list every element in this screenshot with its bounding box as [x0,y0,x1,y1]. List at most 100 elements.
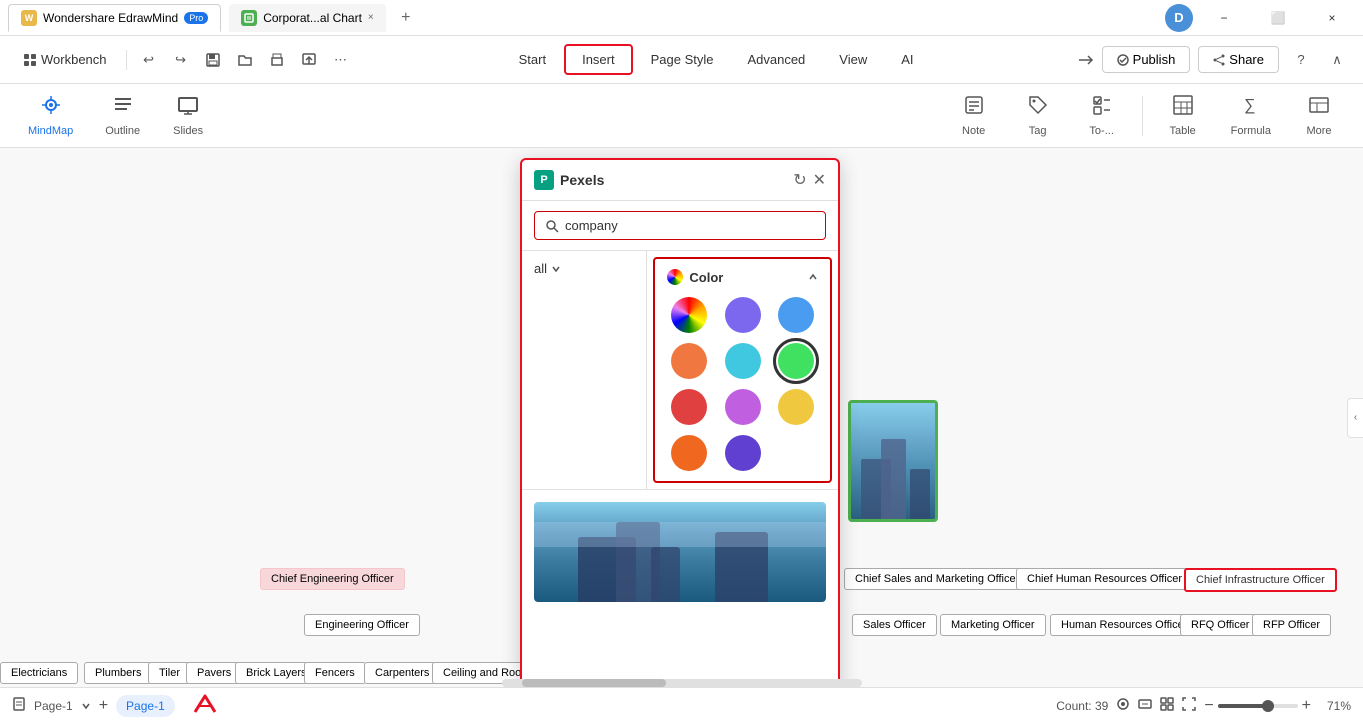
color-grid [667,297,818,471]
page-dropdown-icon[interactable] [81,701,91,711]
org-plumbers[interactable]: Plumbers [84,662,152,684]
org-sales-off[interactable]: Sales Officer [852,614,937,636]
org-tiler[interactable]: Tiler [148,662,191,684]
close-button[interactable]: × [1309,0,1355,36]
more-label: More [1306,125,1331,137]
org-marketing-off[interactable]: Marketing Officer [940,614,1046,636]
zoom-level: 71% [1319,699,1351,713]
more-options-button[interactable]: ⋯ [327,46,355,74]
view-mode-button[interactable] [1160,697,1174,714]
org-chief-hr[interactable]: Chief Human Resources Officer [1016,568,1193,590]
org-chief-inf[interactable]: Chief Infrastructure Officer [1184,568,1337,592]
horizontal-scrollbar[interactable] [502,679,862,687]
save-icon [206,53,220,67]
pexels-close-button[interactable]: ✕ [813,170,826,190]
tag-label: Tag [1029,125,1047,137]
add-page-button[interactable]: + [99,697,108,715]
minimize-button[interactable]: − [1201,0,1247,36]
tab-start[interactable]: Start [503,46,562,73]
scrollbar-thumb[interactable] [522,679,666,687]
tool-outline[interactable]: Outline [97,90,148,141]
fit-width-button[interactable] [1138,697,1152,714]
tool-slides[interactable]: Slides [164,90,212,141]
org-chief-eng[interactable]: Chief Engineering Officer [260,568,405,590]
redo-button[interactable]: ↪ [167,46,195,74]
color-yellow[interactable] [778,389,814,425]
org-fencers[interactable]: Fencers [304,662,366,684]
fit-page-button[interactable] [1116,697,1130,714]
search-input[interactable] [565,218,815,233]
mindmap-icon [40,94,62,122]
pexels-search-box[interactable] [534,211,826,240]
slides-icon [177,94,199,122]
file-tab-close[interactable]: × [368,12,374,23]
folder-icon [238,53,252,67]
pexels-refresh-button[interactable]: ↻ [793,170,806,190]
color-blue[interactable] [778,297,814,333]
color-green[interactable] [778,343,814,379]
org-eng-off[interactable]: Engineering Officer [304,614,420,636]
org-chief-sales[interactable]: Chief Sales and Marketing Officer [844,568,1030,590]
org-rfq-off[interactable]: RFQ Officer [1180,614,1260,636]
filter-all-label: all [534,261,547,276]
tool-table[interactable]: Table [1159,90,1207,141]
canvas[interactable]: Chief Engineering Officer Engineering Of… [0,148,1363,687]
tool-tag[interactable]: Tag [1014,90,1062,141]
tool-more[interactable]: More [1295,90,1343,141]
color-rainbow[interactable] [671,297,707,333]
pexels-images-area [522,490,838,614]
app-tab[interactable]: W Wondershare EdrawMind Pro [8,4,221,32]
titlebar: W Wondershare EdrawMind Pro Corporat...a… [0,0,1363,36]
workbench-button[interactable]: Workbench [12,47,118,72]
page-settings-button[interactable] [12,697,26,714]
export-button[interactable] [295,46,323,74]
tab-advanced[interactable]: Advanced [731,46,821,73]
color-panel-header[interactable]: Color [667,269,818,285]
tool-formula[interactable]: ∑ Formula [1223,90,1279,141]
color-orange[interactable] [671,343,707,379]
table-icon [1172,94,1194,122]
color-cyan[interactable] [725,343,761,379]
share-button[interactable]: Share [1198,46,1279,73]
undo-button[interactable]: ↩ [135,46,163,74]
file-tab[interactable]: Corporat...al Chart × [229,4,386,32]
maximize-button[interactable]: ⬜ [1255,0,1301,36]
current-page-tab[interactable]: Page-1 [116,695,175,717]
zoom-in-button[interactable]: + [1302,697,1311,715]
color-red[interactable] [671,389,707,425]
todo-label: To-... [1089,125,1113,137]
tab-insert[interactable]: Insert [564,44,633,75]
tool-note[interactable]: Note [950,90,998,141]
collapse-menu-button[interactable]: ∧ [1323,46,1351,74]
tab-ai[interactable]: AI [885,46,929,73]
color-violet[interactable] [725,389,761,425]
publish-button[interactable]: Publish [1102,46,1191,73]
pexels-image-preview[interactable] [534,502,826,602]
zoom-slider[interactable] [1218,704,1298,708]
menubar-right: Publish Share ? ∧ [1078,46,1351,74]
tab-page-style[interactable]: Page Style [635,46,730,73]
folder-button[interactable] [231,46,259,74]
color-orange2[interactable] [671,435,707,471]
help-button[interactable]: ? [1287,46,1315,74]
org-electricians[interactable]: Electricians [0,662,78,684]
divider-1 [126,50,127,70]
fullscreen-button[interactable] [1182,697,1196,714]
publish-label: Publish [1133,52,1176,67]
right-panel-toggle[interactable]: ‹ [1347,398,1363,438]
filter-all-dropdown[interactable]: all [522,251,647,489]
print-button[interactable] [263,46,291,74]
org-pavers[interactable]: Pavers [186,662,242,684]
tool-mindmap[interactable]: MindMap [20,90,81,141]
color-indigo[interactable] [725,435,761,471]
color-purple1[interactable] [725,297,761,333]
tab-view[interactable]: View [823,46,883,73]
add-tab-button[interactable]: + [394,6,418,30]
org-rfp-off[interactable]: RFP Officer [1252,614,1331,636]
zoom-out-button[interactable]: − [1204,697,1213,715]
outline-icon [112,94,134,122]
org-carpenters[interactable]: Carpenters [364,662,440,684]
tool-todo[interactable]: To-... [1078,90,1126,141]
app-logo: W [21,10,37,26]
save-button[interactable] [199,46,227,74]
